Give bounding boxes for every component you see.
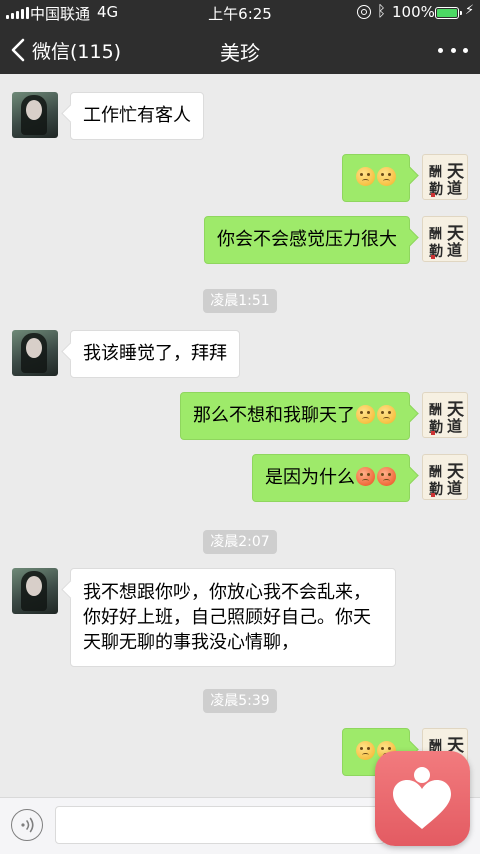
time-label: 凌晨2:07: [203, 530, 277, 554]
message-list[interactable]: 工作忙有客人 天 道 酬 勤 天 道 酬 勤 你会不会感觉压力很大 凌晨1:51…: [0, 74, 480, 797]
back-button[interactable]: 微信(115): [8, 26, 121, 74]
message-text: 我该睡觉了，拜拜: [83, 343, 227, 364]
time-divider: 凌晨2:07: [0, 530, 480, 554]
message-bubble[interactable]: 工作忙有客人: [70, 92, 204, 140]
avatar-char: 酬: [429, 227, 443, 242]
message-bubble[interactable]: 那么不想和我聊天了: [180, 392, 410, 440]
message-text: 那么不想和我聊天了: [193, 405, 355, 426]
voice-icon[interactable]: [11, 809, 43, 841]
avatar-char: 酬: [429, 403, 443, 418]
message-text-line: 你好好上班，自己照顾好自己。你天: [83, 607, 371, 628]
self-avatar[interactable]: 天 道 酬 勤: [422, 154, 468, 200]
sad-emoji-icon: [356, 741, 375, 760]
message-row: 天 道 酬 勤 那么不想和我聊天了: [0, 392, 480, 442]
battery-percent: 100%: [392, 3, 435, 21]
avatar-char: 道: [447, 417, 463, 435]
message-text: 你会不会感觉压力很大: [217, 229, 397, 250]
message-row: 天 道 酬 勤 是因为什么: [0, 454, 480, 504]
message-bubble[interactable]: [342, 154, 410, 202]
time-label: 凌晨1:51: [203, 289, 277, 313]
seal-mark: [431, 431, 435, 435]
seal-mark: [431, 193, 435, 197]
seal-mark: [431, 493, 435, 497]
avatar-char: 道: [447, 479, 463, 497]
message-bubble[interactable]: 你会不会感觉压力很大: [204, 216, 410, 264]
self-avatar[interactable]: 天 道 酬 勤: [422, 216, 468, 262]
back-label: 微信(115): [32, 40, 122, 63]
charging-icon: ⚡: [465, 3, 475, 18]
time-label: 凌晨5:39: [203, 689, 277, 713]
message-text: 工作忙有客人: [83, 105, 191, 126]
message-text-line: 天聊无聊的事我没心情聊，: [83, 632, 299, 653]
time-divider: 凌晨5:39: [0, 689, 480, 713]
message-row: 工作忙有客人: [0, 92, 480, 142]
blush-emoji-icon: [377, 405, 396, 424]
bluetooth-icon: ᛒ: [377, 2, 387, 20]
message-row: 天 道 酬 勤: [0, 154, 480, 204]
message-bubble[interactable]: 我该睡觉了，拜拜: [70, 330, 240, 378]
avatar-char: 酬: [429, 465, 443, 480]
message-row: 天 道 酬 勤 你会不会感觉压力很大: [0, 216, 480, 266]
message-row: 我不想跟你吵，你放心我不会乱来， 你好好上班，自己照顾好自己。你天 天聊无聊的事…: [0, 568, 480, 667]
self-avatar[interactable]: 天 道 酬 勤: [422, 392, 468, 438]
avatar-char: 道: [447, 241, 463, 259]
contact-avatar[interactable]: [12, 330, 58, 376]
orientation-lock-icon: [357, 5, 371, 19]
avatar-char: 酬: [429, 165, 443, 180]
blush-emoji-icon: [356, 167, 375, 186]
message-bubble[interactable]: 我不想跟你吵，你放心我不会乱来， 你好好上班，自己照顾好自己。你天 天聊无聊的事…: [70, 568, 396, 667]
self-avatar[interactable]: 天 道 酬 勤: [422, 454, 468, 500]
message-input[interactable]: [55, 806, 385, 844]
contact-avatar[interactable]: [12, 92, 58, 138]
message-bubble[interactable]: 是因为什么: [252, 454, 410, 502]
heart-person-icon: [393, 767, 451, 829]
angry-emoji-icon: [356, 467, 375, 486]
message-row: 我该睡觉了，拜拜: [0, 330, 480, 380]
blush-emoji-icon: [377, 167, 396, 186]
chat-header: 微信(115) 美珍: [0, 26, 480, 74]
time-divider: 凌晨1:51: [0, 289, 480, 313]
avatar-char: 道: [447, 179, 463, 197]
status-bar: 中国联通 4G 上午6:25 ᛒ 100% ⚡: [0, 0, 480, 26]
chevron-left-icon: [11, 38, 25, 62]
message-text: 是因为什么: [265, 467, 355, 488]
contact-avatar[interactable]: [12, 568, 58, 614]
angry-emoji-icon: [377, 467, 396, 486]
battery-icon: [435, 7, 462, 19]
seal-mark: [431, 255, 435, 259]
message-text-line: 我不想跟你吵，你放心我不会乱来，: [83, 582, 371, 603]
overlay-app-icon[interactable]: [375, 751, 470, 846]
sad-emoji-icon: [356, 405, 375, 424]
more-dots-icon[interactable]: [438, 41, 468, 59]
